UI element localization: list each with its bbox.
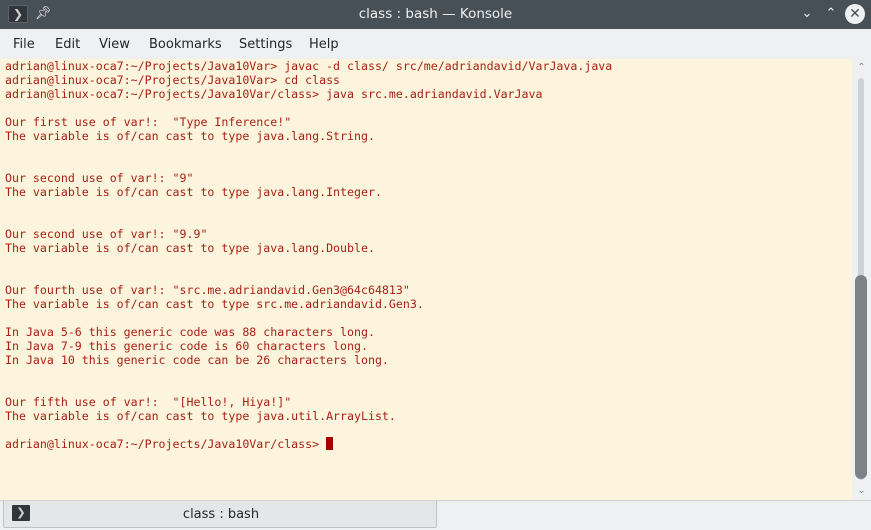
terminal-lines: adrian@linux-oca7:~/Projects/Java10Var> … [5,59,612,451]
terminal-line: In Java 5-6 this generic code was 88 cha… [5,325,375,339]
terminal-output[interactable]: adrian@linux-oca7:~/Projects/Java10Var> … [0,59,852,500]
text-cursor [326,437,334,450]
window-title: class : bash — Konsole [358,6,513,22]
tab-label: class : bash [182,507,260,522]
scroll-down-icon[interactable]: ⌄ [852,483,871,499]
terminal-line: The variable is of/can cast to type java… [5,409,396,423]
terminal-line: Our first use of var!: "Type Inference!" [5,115,292,129]
terminal-line: adrian@linux-oca7:~/Projects/Java10Var/c… [5,87,543,101]
close-button[interactable]: ✕ [845,4,865,24]
menu-help[interactable]: Help [309,37,339,52]
maximize-button[interactable]: ⌃ [821,4,841,24]
menu-settings[interactable]: Settings [239,37,292,52]
scroll-up-icon[interactable]: ⌃ [852,60,871,76]
terminal-line: adrian@linux-oca7:~/Projects/Java10Var/c… [5,437,612,451]
terminal-line: Our second use of var!: "9" [5,171,194,185]
tab-class-bash[interactable]: ❯ class : bash [3,501,437,528]
menu-view[interactable]: View [99,37,130,52]
terminal-line: In Java 10 this generic code can be 26 c… [5,353,389,367]
terminal-line: Our fifth use of var!: "[Hello!, Hiya!]" [5,395,292,409]
terminal-line: The variable is of/can cast to type java… [5,129,375,143]
terminal-line: The variable is of/can cast to type src.… [5,297,424,311]
terminal-line: Our fourth use of var!: "src.me.adrianda… [5,283,410,297]
vertical-scrollbar[interactable]: ⌃ ⌄ [852,59,871,500]
title-bar: ❯ 📌︎ class : bash — Konsole ⌄ ⌃ ✕ [0,0,871,29]
terminal-line: In Java 7-9 this generic code is 60 char… [5,339,368,353]
terminal-line: The variable is of/can cast to type java… [5,185,382,199]
menu-edit[interactable]: Edit [55,37,80,52]
menu-file[interactable]: File [13,37,35,52]
terminal-line: Our second use of var!: "9.9" [5,227,208,241]
tab-bar: ❯ class : bash [0,500,871,530]
scrollbar-thumb[interactable] [855,275,867,479]
terminal-line: The variable is of/can cast to type java… [5,241,375,255]
terminal-line: adrian@linux-oca7:~/Projects/Java10Var> … [5,73,341,87]
minimize-button[interactable]: ⌄ [797,4,817,24]
menu-bookmarks[interactable]: Bookmarks [149,37,222,52]
menu-bar: File Edit View Bookmarks Settings Help [0,29,871,59]
terminal-line: adrian@linux-oca7:~/Projects/Java10Var> … [5,59,613,73]
